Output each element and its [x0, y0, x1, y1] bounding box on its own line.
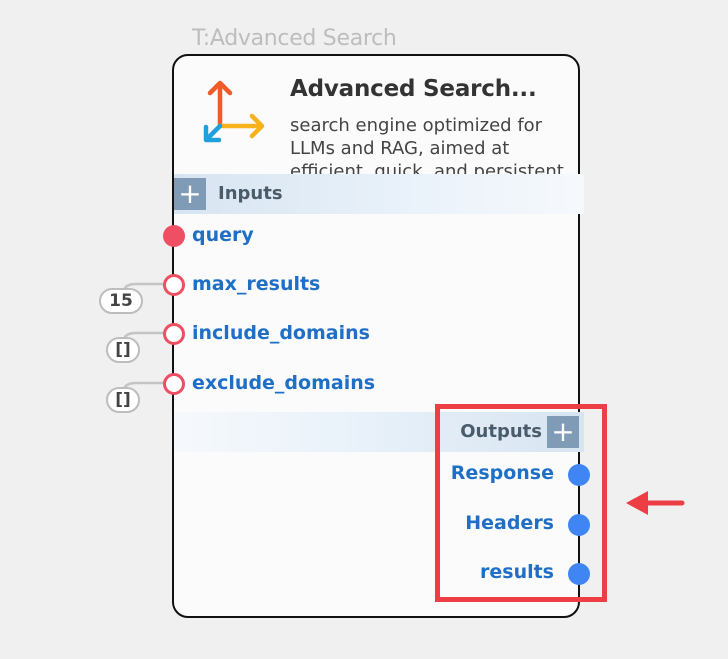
- include-domains-input-label: include_domains: [192, 322, 370, 344]
- left-arrow-icon: [626, 491, 685, 515]
- node-header: Advanced Search... search engine optimiz…: [174, 56, 578, 174]
- max-results-input-port[interactable]: [163, 274, 185, 296]
- query-input-label: query: [192, 224, 254, 246]
- outputs-highlight-box: [435, 404, 607, 602]
- include-domains-input-port[interactable]: [163, 323, 185, 345]
- max-results-input-label: max_results: [192, 273, 321, 295]
- max-results-default-value[interactable]: 15: [99, 288, 143, 314]
- plus-icon: +: [178, 177, 202, 210]
- inputs-section-header: + Inputs: [174, 174, 584, 214]
- include-domains-default-value[interactable]: []: [106, 337, 140, 363]
- node-title: Advanced Search...: [290, 76, 537, 102]
- node-type-label: T:Advanced Search: [192, 26, 397, 51]
- inputs-label: Inputs: [218, 183, 283, 204]
- query-input-port[interactable]: [163, 225, 185, 247]
- node-description: search engine optimized for LLMs and RAG…: [290, 115, 564, 174]
- axes-arrows-icon: [203, 80, 265, 143]
- exclude-domains-input-label: exclude_domains: [192, 372, 376, 394]
- add-input-button[interactable]: +: [174, 178, 206, 210]
- exclude-domains-input-port[interactable]: [163, 373, 185, 395]
- exclude-domains-default-value[interactable]: []: [106, 387, 140, 413]
